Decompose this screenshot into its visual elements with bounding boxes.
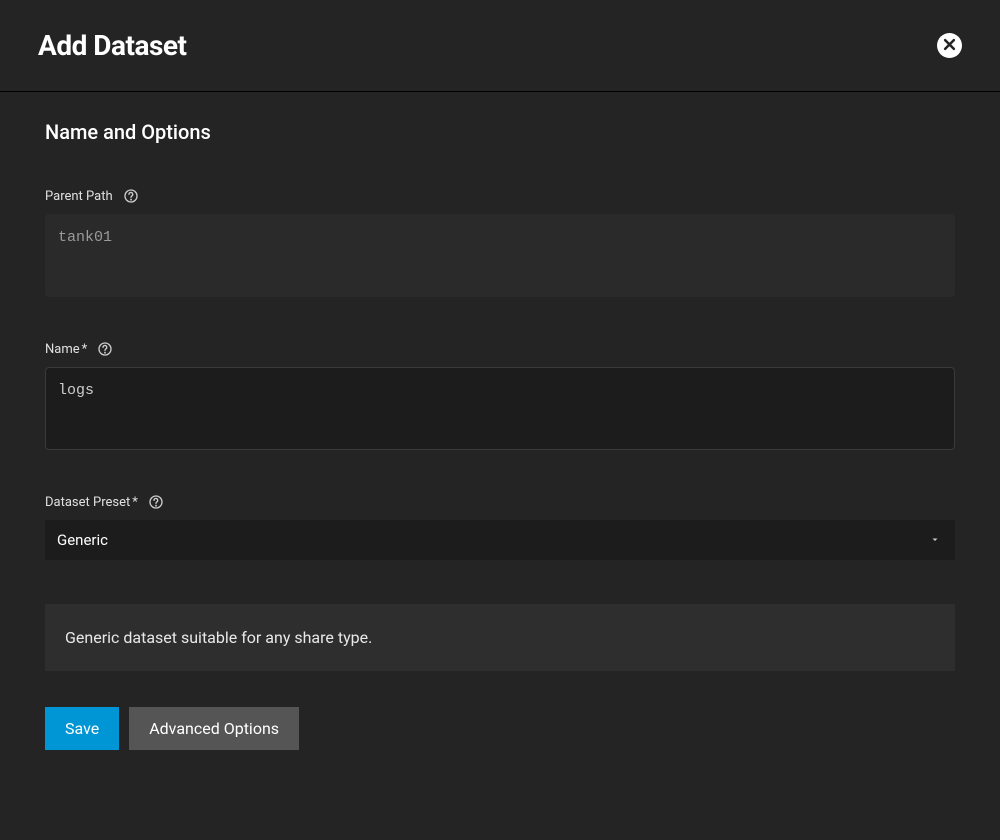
dataset-preset-label-row: Dataset Preset * — [45, 494, 955, 510]
dialog-content: Name and Options Parent Path Name * — [0, 92, 1000, 778]
help-icon[interactable] — [123, 188, 139, 204]
dataset-preset-field-group: Dataset Preset * Generic — [45, 494, 955, 560]
dataset-preset-select[interactable]: Generic — [45, 520, 955, 560]
name-label: Name — [45, 342, 80, 357]
name-input[interactable] — [45, 367, 955, 450]
parent-path-input[interactable] — [45, 214, 955, 297]
close-button[interactable] — [937, 33, 962, 58]
dataset-preset-required-marker: * — [132, 495, 138, 510]
button-row: Save Advanced Options — [45, 707, 955, 750]
save-button[interactable]: Save — [45, 707, 119, 750]
name-field-group: Name * — [45, 341, 955, 454]
close-icon — [942, 37, 957, 55]
advanced-options-button[interactable]: Advanced Options — [129, 707, 299, 750]
help-icon[interactable] — [97, 341, 113, 357]
dataset-preset-select-wrapper: Generic — [45, 520, 955, 560]
name-label-row: Name * — [45, 341, 955, 357]
preset-description-text: Generic dataset suitable for any share t… — [65, 628, 935, 647]
parent-path-field-group: Parent Path — [45, 188, 955, 301]
dialog-title: Add Dataset — [38, 29, 186, 62]
name-required-marker: * — [82, 342, 88, 357]
parent-path-label: Parent Path — [45, 189, 113, 204]
preset-description-box: Generic dataset suitable for any share t… — [45, 604, 955, 671]
help-icon[interactable] — [148, 494, 164, 510]
dialog-header: Add Dataset — [0, 0, 1000, 92]
dataset-preset-label: Dataset Preset — [45, 495, 130, 510]
section-title: Name and Options — [45, 120, 955, 144]
parent-path-label-row: Parent Path — [45, 188, 955, 204]
